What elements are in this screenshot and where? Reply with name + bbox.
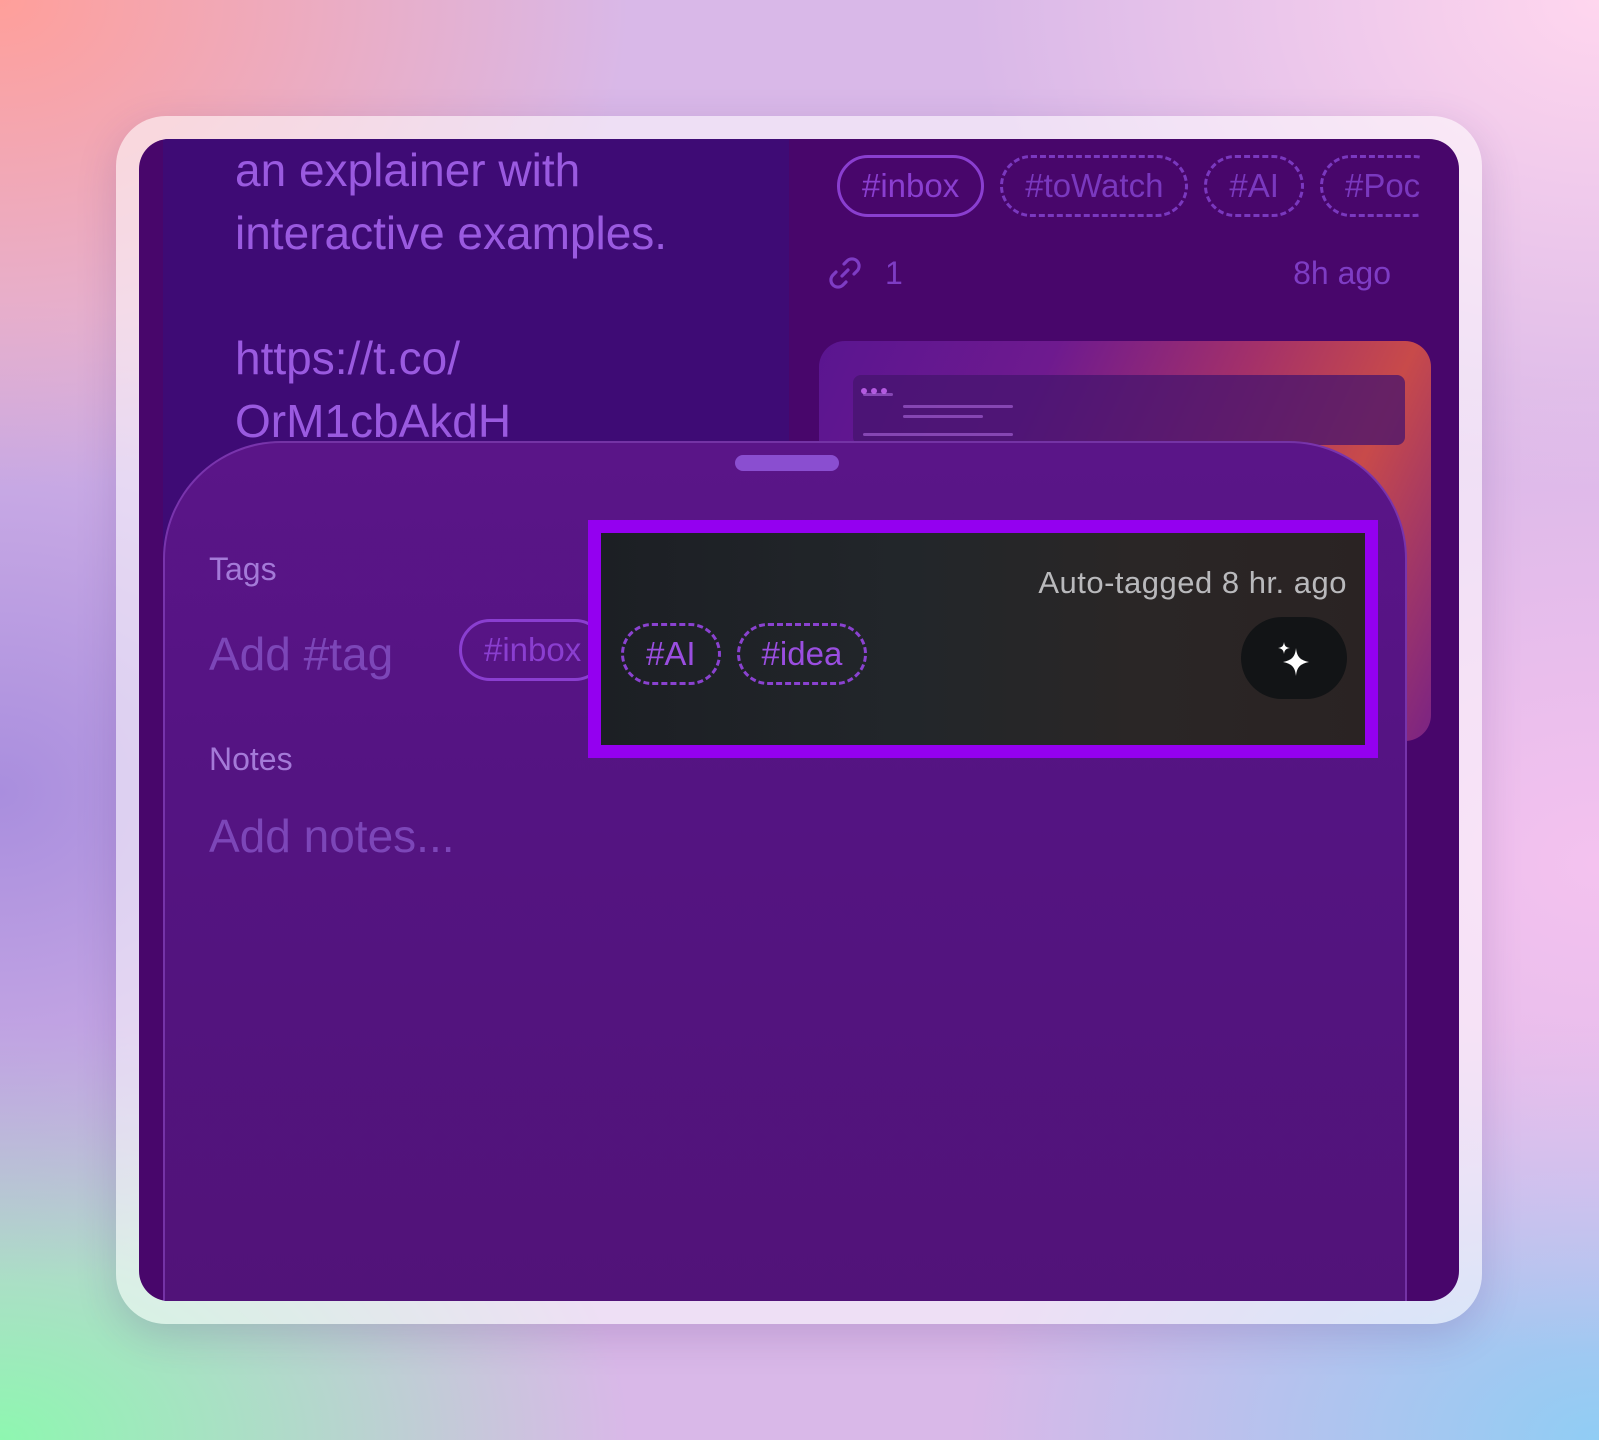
sheet-grabber[interactable] — [735, 455, 839, 471]
post-link[interactable]: https://t.co/ OrM1cbAkdH — [235, 327, 795, 453]
sparkles-icon — [1278, 642, 1309, 676]
suggested-tag-chip[interactable]: #idea — [736, 623, 868, 685]
notes-label: Notes — [209, 741, 293, 777]
auto-tag-highlight: Auto-tagged 8 hr. ago #AI #idea — [588, 520, 1378, 758]
post-text-paragraph: an explainer with interactive examples. — [235, 144, 668, 259]
card-meta: 1 8h ago — [825, 249, 1391, 299]
post-text: an explainer with interactive examples. … — [235, 139, 795, 453]
suggested-tag-chip[interactable]: #AI — [621, 623, 721, 685]
card-tag-chip[interactable]: #inbox — [837, 155, 985, 217]
card-tag-chip[interactable]: #toWatch — [1000, 155, 1189, 217]
tags-label: Tags — [209, 551, 277, 587]
app-screen: an explainer with interactive examples. … — [139, 139, 1459, 1301]
card-tag-chip[interactable]: #AI — [1204, 155, 1304, 217]
auto-tagged-label: Auto-tagged 8 hr. ago — [1038, 565, 1347, 600]
add-tag-input[interactable]: Add #tag — [209, 627, 393, 681]
card-tag-list: #inbox #toWatch #AI #Poc — [837, 155, 1421, 219]
link-icon — [829, 257, 861, 289]
card-tag-chip[interactable]: #Poc — [1319, 155, 1421, 217]
inbox-tag-chip[interactable]: #inbox — [459, 619, 607, 681]
notes-input[interactable]: Add notes... — [209, 809, 455, 863]
suggested-tag-list: #AI #idea — [621, 623, 883, 685]
auto-tag-button[interactable] — [1241, 617, 1347, 699]
card-timestamp: 8h ago — [1293, 255, 1391, 291]
terminal-thumbnail — [853, 375, 1405, 445]
link-count: 1 — [885, 255, 903, 291]
